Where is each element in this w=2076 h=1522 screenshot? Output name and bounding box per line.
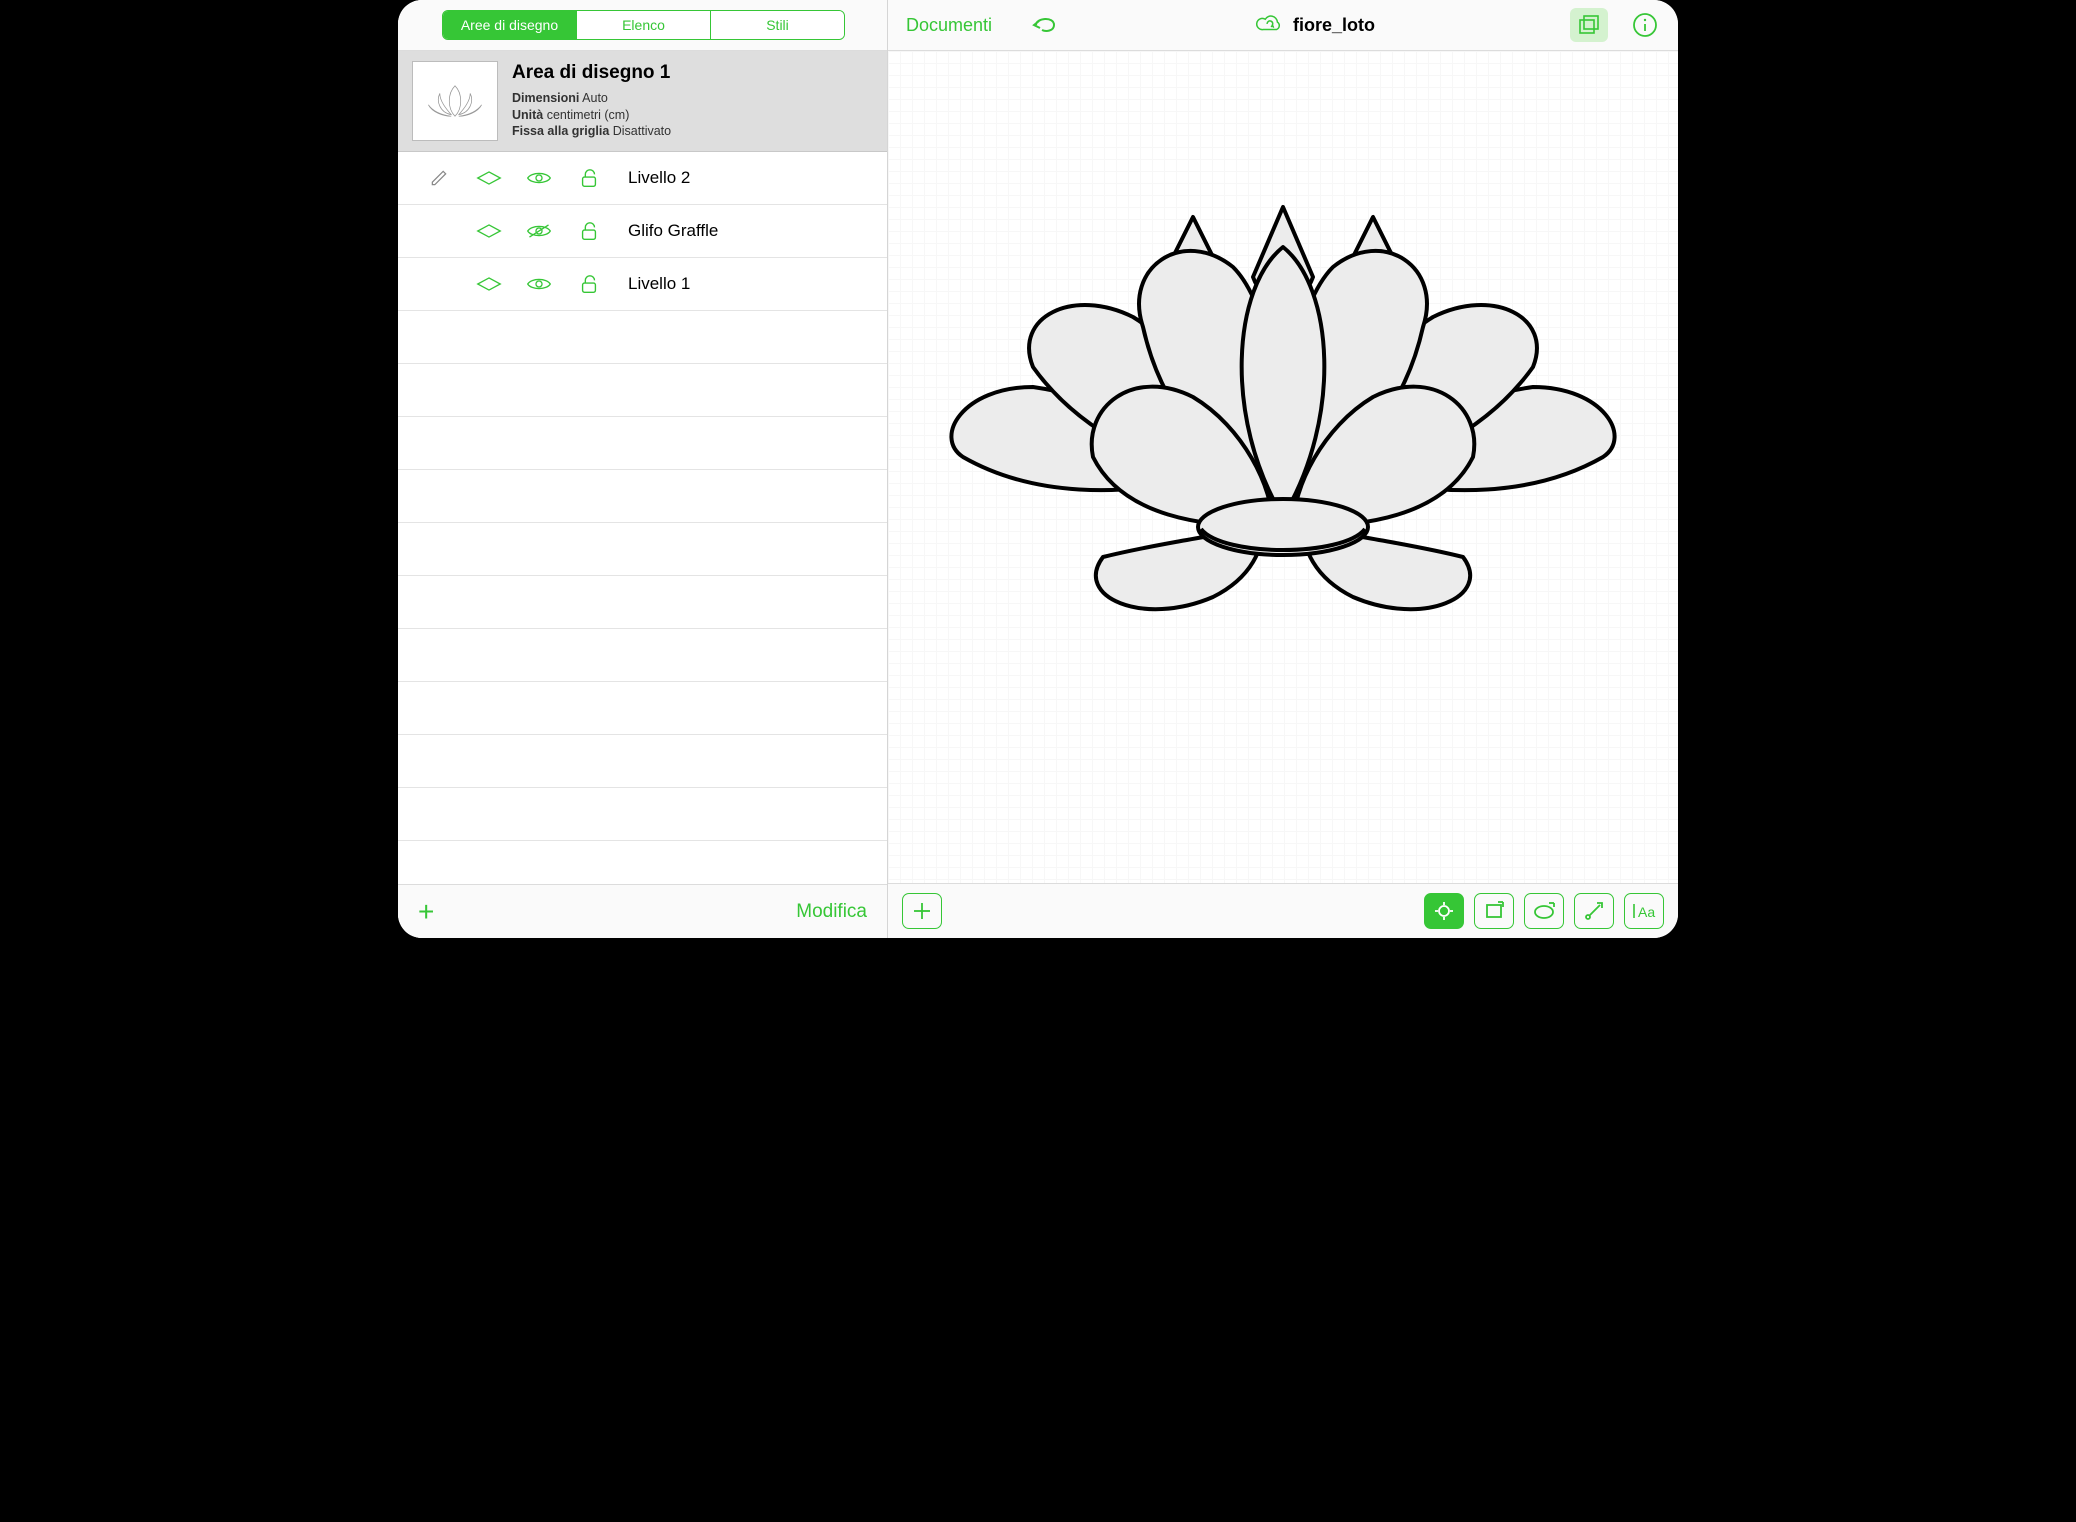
artboard-meta: Dimensioni Auto Unità centimetri (cm) Fi… (512, 90, 671, 141)
sidebar-tabs-wrap: Aree di disegno Elenco Stili (398, 0, 887, 51)
topbar: Documenti fiore_loto (888, 0, 1678, 51)
layer-icon[interactable] (474, 169, 504, 187)
layer-icon[interactable] (474, 222, 504, 240)
text-tool[interactable]: Aa (1624, 893, 1664, 929)
tab-styles[interactable]: Stili (711, 11, 844, 39)
canvas[interactable] (888, 51, 1678, 884)
filename[interactable]: fiore_loto (1293, 15, 1375, 36)
empty-row (398, 364, 887, 417)
units-label: Unità (512, 108, 543, 122)
artboard-info: Area di disegno 1 Dimensioni Auto Unità … (512, 62, 671, 141)
lock-open-icon[interactable] (574, 167, 604, 189)
lock-open-icon[interactable] (574, 220, 604, 242)
layer-row[interactable]: Glifo Graffle (398, 205, 887, 258)
undo-button[interactable] (1030, 11, 1060, 40)
add-button[interactable]: + (418, 896, 434, 928)
canvases-button[interactable] (1570, 8, 1608, 42)
sidebar-tabs: Aree di disegno Elenco Stili (442, 10, 845, 40)
artboard-thumbnail (412, 61, 498, 141)
layer-name: Livello 2 (628, 168, 690, 188)
snap-label: Fissa alla griglia (512, 124, 609, 138)
sidebar-bottom-bar: + Modifica (398, 884, 887, 938)
eye-icon[interactable] (524, 275, 554, 293)
oval-tool[interactable] (1524, 893, 1564, 929)
tab-list[interactable]: Elenco (577, 11, 711, 39)
empty-row (398, 311, 887, 364)
empty-row (398, 735, 887, 788)
empty-row (398, 682, 887, 735)
main-area: Documenti fiore_loto (888, 0, 1678, 938)
documents-button[interactable]: Documenti (906, 15, 992, 36)
freehand-tool[interactable] (1424, 893, 1464, 929)
lock-open-icon[interactable] (574, 273, 604, 295)
units-value: centimetri (cm) (547, 108, 630, 122)
tab-artboards[interactable]: Aree di disegno (443, 11, 577, 39)
pencil-icon[interactable] (424, 168, 454, 188)
layer-name: Glifo Graffle (628, 221, 718, 241)
dim-value: Auto (582, 91, 608, 105)
layers-list: Livello 2 Glifo Graffle (398, 152, 887, 884)
cloud-sync-icon[interactable] (1255, 12, 1283, 39)
empty-row (398, 523, 887, 576)
line-tool[interactable] (1574, 893, 1614, 929)
layer-name: Livello 1 (628, 274, 690, 294)
lotus-drawing[interactable] (923, 157, 1643, 657)
layer-row[interactable]: Livello 1 (398, 258, 887, 311)
edit-button[interactable]: Modifica (796, 901, 867, 923)
artboard-title: Area di disegno 1 (512, 62, 671, 84)
topbar-right (1570, 8, 1664, 42)
bottom-toolbar: Aa (888, 884, 1678, 938)
eye-off-icon[interactable] (524, 222, 554, 240)
layer-row[interactable]: Livello 2 (398, 152, 887, 205)
rectangle-tool[interactable] (1474, 893, 1514, 929)
titlebar-center: fiore_loto (1070, 12, 1560, 39)
dim-label: Dimensioni (512, 91, 579, 105)
empty-row (398, 788, 887, 841)
artboard-row[interactable]: Area di disegno 1 Dimensioni Auto Unità … (398, 51, 887, 152)
app-window: Aree di disegno Elenco Stili Area di dis… (398, 0, 1678, 938)
sidebar: Aree di disegno Elenco Stili Area di dis… (398, 0, 888, 938)
empty-row (398, 629, 887, 682)
svg-text:Aa: Aa (1638, 904, 1655, 920)
add-shape-button[interactable] (902, 893, 942, 929)
empty-row (398, 470, 887, 523)
empty-row (398, 417, 887, 470)
eye-icon[interactable] (524, 169, 554, 187)
layer-icon[interactable] (474, 275, 504, 293)
snap-value: Disattivato (613, 124, 671, 138)
empty-row (398, 576, 887, 629)
info-button[interactable] (1626, 8, 1664, 42)
